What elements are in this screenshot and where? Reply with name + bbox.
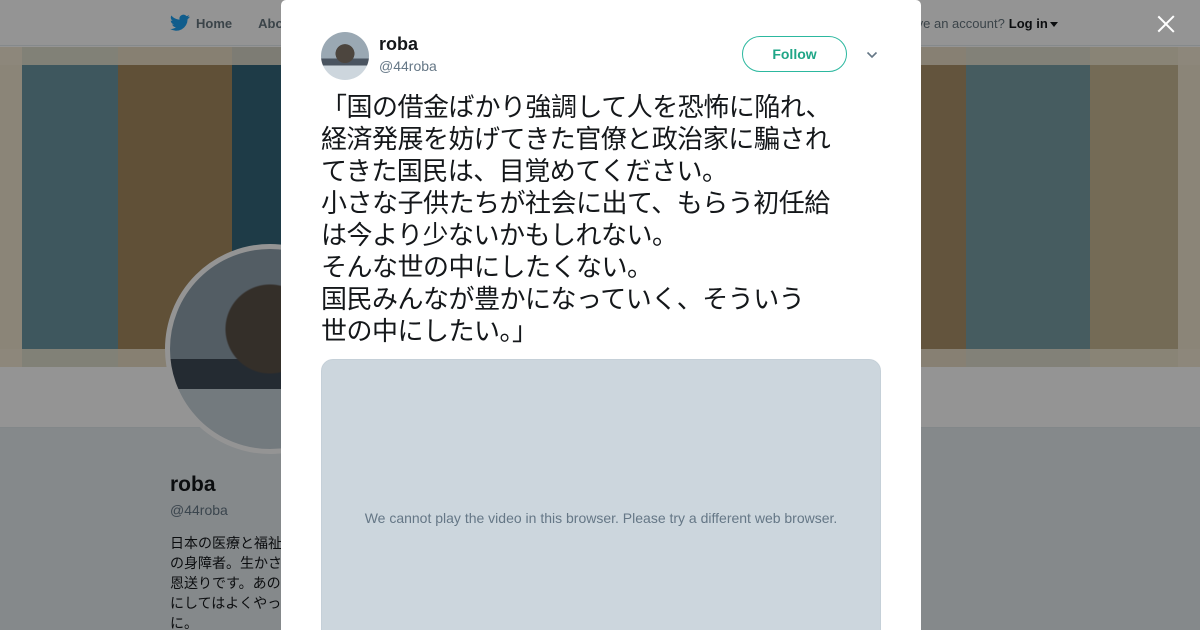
video-unsupported-message: We cannot play the video in this browser… bbox=[364, 510, 838, 526]
tweet-modal: roba @44roba Follow 「国の借金ばかり強調して人を恐怖に陥れ、… bbox=[281, 0, 921, 630]
video-player[interactable]: We cannot play the video in this browser… bbox=[321, 359, 881, 630]
tweet-author-name[interactable]: roba bbox=[379, 34, 418, 55]
tweet-author-handle[interactable]: @44roba bbox=[379, 58, 437, 74]
follow-button-label: Follow bbox=[772, 46, 817, 62]
tweet-text: 「国の借金ばかり強調して人を恐怖に陥れ、 経済発展を妨げてきた官僚と政治家に騙さ… bbox=[321, 93, 832, 347]
tweet-author-avatar[interactable] bbox=[321, 32, 369, 80]
chevron-down-icon[interactable] bbox=[866, 49, 878, 61]
follow-button[interactable]: Follow bbox=[742, 36, 847, 72]
close-icon[interactable] bbox=[1154, 12, 1178, 36]
